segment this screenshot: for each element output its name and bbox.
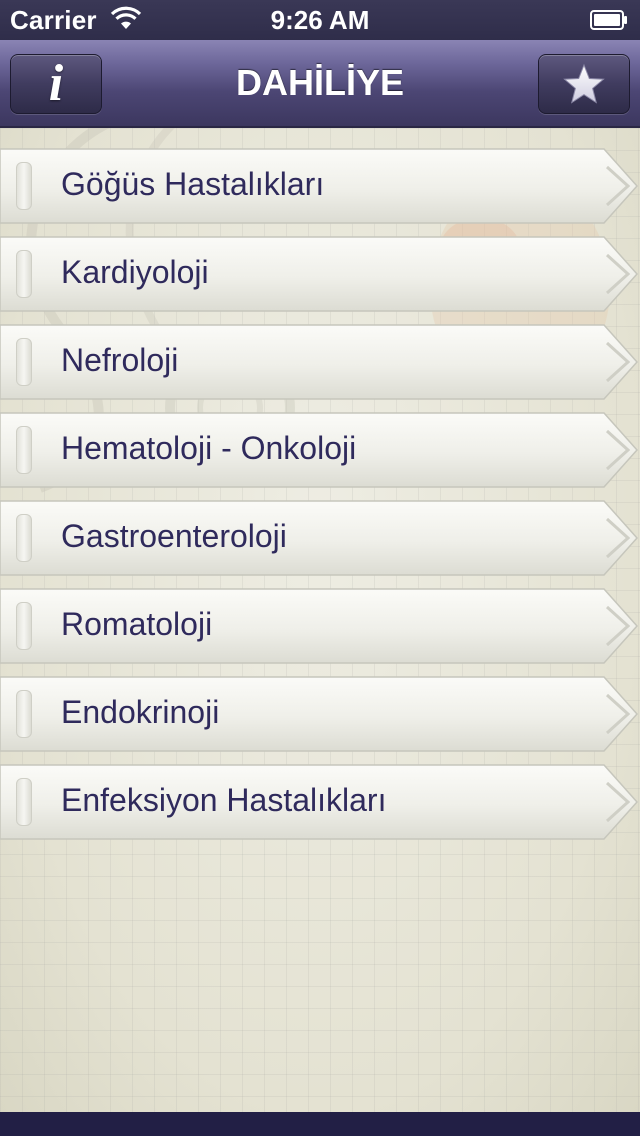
- list-item-tab: [16, 426, 32, 474]
- list-item-tab: [16, 690, 32, 738]
- list-item-label: Göğüs Hastalıkları: [61, 166, 325, 202]
- list-item[interactable]: Romatoloji: [0, 588, 640, 664]
- list-item[interactable]: Kardiyoloji: [0, 236, 640, 312]
- list-item-tab: [16, 162, 32, 210]
- status-bar: Carrier 9:26 AM: [0, 0, 640, 40]
- chevron-right-icon: [605, 341, 631, 383]
- list-item[interactable]: Göğüs Hastalıkları: [0, 148, 640, 224]
- list-item[interactable]: Nefroloji: [0, 324, 640, 400]
- list-item-label: Enfeksiyon Hastalıkları: [61, 782, 387, 818]
- star-icon: [563, 63, 605, 104]
- list-item-tab: [16, 778, 32, 826]
- list-item-tab: [16, 250, 32, 298]
- bottom-bar: [0, 1112, 640, 1136]
- navigation-bar: i DAHİLİYE: [0, 40, 640, 128]
- chevron-right-icon: [605, 781, 631, 823]
- chevron-right-icon: [605, 693, 631, 735]
- chevron-right-icon: [605, 605, 631, 647]
- content-area: Göğüs Hastalıkları Kardiyoloji Nefroloji He…: [0, 128, 640, 1112]
- list-item-label: Romatoloji: [61, 606, 213, 642]
- list-item[interactable]: Endokrinoji: [0, 676, 640, 752]
- list-item-tab: [16, 514, 32, 562]
- chevron-right-icon: [605, 429, 631, 471]
- list-item-label: Endokrinoji: [61, 694, 220, 730]
- list-item-label: Kardiyoloji: [61, 254, 209, 290]
- chevron-right-icon: [605, 517, 631, 559]
- status-time: 9:26 AM: [270, 5, 370, 35]
- chevron-right-icon: [605, 165, 631, 207]
- list-item-label: Gastroenteroloji: [61, 518, 287, 554]
- list-item-label: Hematoloji - Onkoloji: [61, 430, 357, 466]
- chevron-right-icon: [605, 253, 631, 295]
- battery-icon: [590, 10, 627, 30]
- list-item[interactable]: Enfeksiyon Hastalıkları: [0, 764, 640, 840]
- favorites-button[interactable]: [538, 54, 630, 114]
- list-item[interactable]: Hematoloji - Onkoloji: [0, 412, 640, 488]
- list-item-label: Nefroloji: [61, 342, 179, 378]
- list-item-tab: [16, 602, 32, 650]
- list-item[interactable]: Gastroenteroloji: [0, 500, 640, 576]
- list-item-tab: [16, 338, 32, 386]
